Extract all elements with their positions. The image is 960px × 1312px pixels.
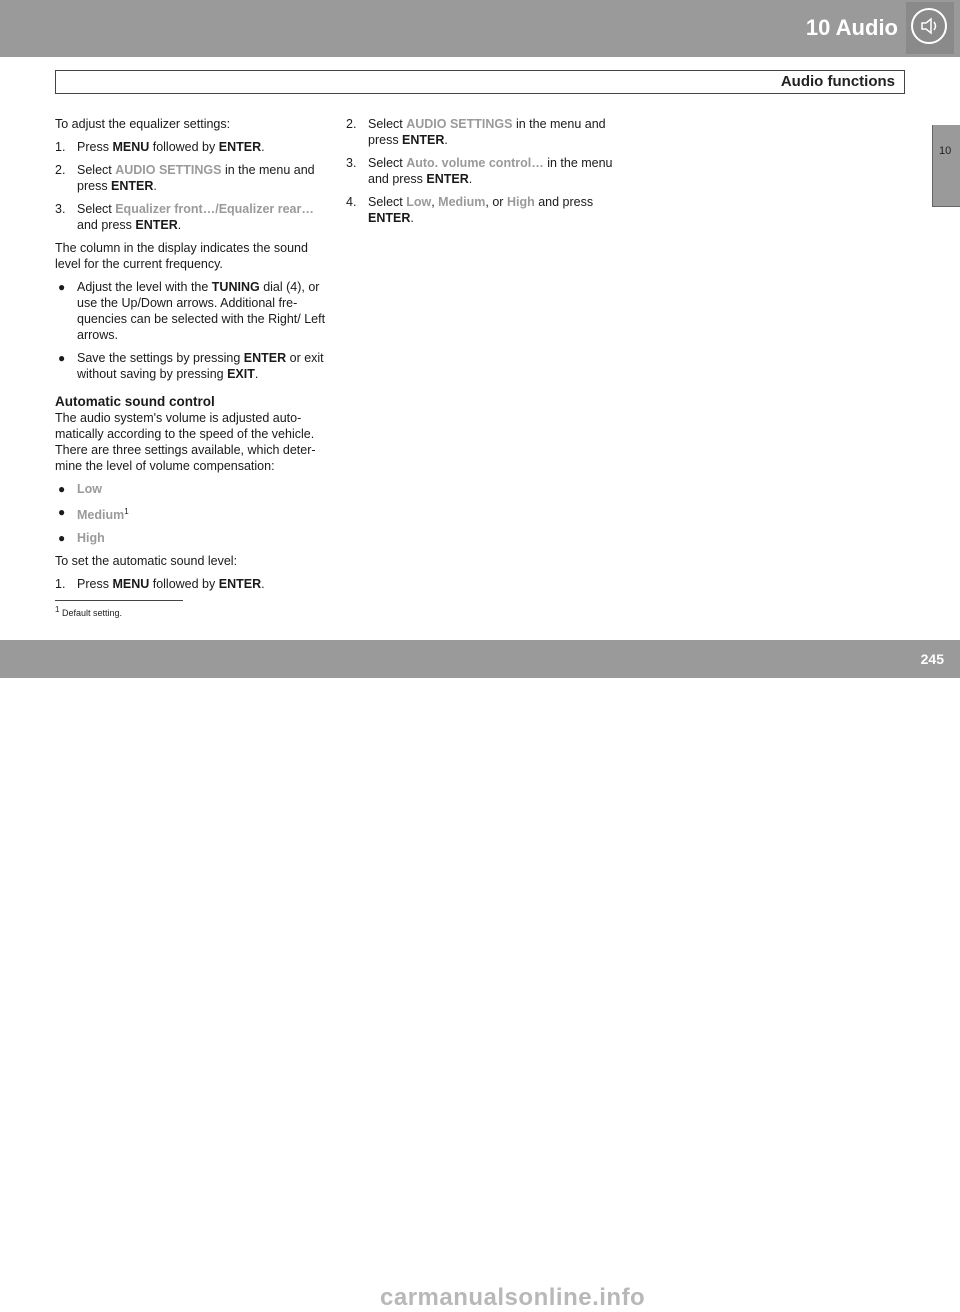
paragraph: To set the automatic sound level: [55, 554, 238, 569]
section-heading: Automatic sound control [55, 394, 215, 409]
chapter-tab-number: 10 [939, 145, 952, 157]
chapter-icon-box [906, 2, 954, 54]
option-item: ● Low [58, 482, 102, 496]
speaker-icon [911, 8, 947, 44]
option-item: ● High [58, 531, 105, 546]
page-footer: carmanualsonline.info 245 [0, 640, 960, 1311]
page-number: 245 [920, 651, 944, 667]
list-item: 2. Select AUDIO SETTINGS in the menu and … [346, 117, 606, 147]
footnote-mark: 1 [124, 507, 129, 516]
page-header: 10 Audio [0, 0, 960, 57]
bullet-icon: ● [58, 531, 66, 546]
paragraph: The column in the display indicates the … [55, 241, 308, 271]
right-column: 2. Select AUDIO SETTINGS in the menu and … [346, 116, 626, 233]
footnote-divider [55, 600, 183, 601]
footnote: 1 Default setting. [55, 605, 122, 618]
list-item: 1. Press MENU followed by ENTER. [55, 140, 265, 154]
bullet-icon: ● [58, 280, 66, 294]
list-item: 3. Select Auto. volume control… in the me… [346, 156, 613, 186]
bullet-icon: ● [58, 505, 66, 519]
bullet-item: ● Save the settings by pressing ENTER or … [58, 351, 324, 381]
bullet-icon: ● [58, 482, 66, 496]
list-item: 1. Press MENU followed by ENTER. [55, 577, 265, 592]
bullet-icon: ● [58, 351, 66, 365]
left-column: To adjust the equalizer settings: 1. Pres… [55, 116, 330, 599]
section-bar: Audio functions [55, 70, 905, 94]
intro-text: To adjust the equalizer settings: [55, 117, 231, 131]
chapter-title: 10 Audio [805, 15, 898, 40]
list-item: 4. Select Low, Medium, or High and press … [346, 195, 594, 225]
paragraph: The audio system's volume is adjusted au… [55, 411, 316, 473]
watermark: carmanualsonline.info [380, 1284, 646, 1311]
chapter-tab: 10 [932, 125, 960, 207]
list-item: 2. Select AUDIO SETTINGS in the menu and … [55, 163, 315, 193]
section-title: Audio functions [780, 73, 895, 90]
option-item: ● Medium1 [58, 505, 129, 523]
list-item: 3. Select Equalizer front…/Equalizer rear… [55, 202, 314, 232]
bullet-item: ● Adjust the level with the TUNING dial (… [58, 280, 326, 342]
